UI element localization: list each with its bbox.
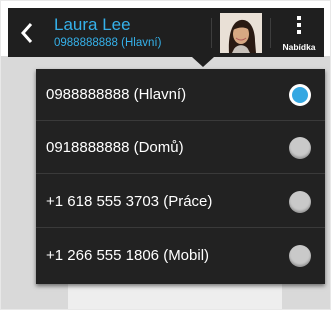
phone-option-label: 0988888888 (Hlavní) bbox=[46, 86, 187, 103]
phone-option[interactable]: 0918888888 (Domů) bbox=[36, 122, 325, 174]
phone-option-label: 0918888888 (Domů) bbox=[46, 139, 184, 156]
menu-button[interactable]: Nabídka bbox=[274, 10, 324, 57]
phone-option-label: +1 618 555 3703 (Práce) bbox=[46, 193, 213, 210]
contact-name: Laura Lee bbox=[54, 15, 131, 34]
phone-option[interactable]: +1 266 555 1806 (Mobil) bbox=[36, 230, 325, 282]
phone-option[interactable]: 0988888888 (Hlavní) bbox=[36, 69, 325, 121]
more-vert-icon bbox=[297, 16, 301, 37]
popup-pointer bbox=[192, 57, 214, 67]
divider bbox=[211, 18, 212, 48]
divider bbox=[36, 173, 325, 174]
phone-option-label: +1 266 555 1806 (Mobil) bbox=[46, 247, 210, 264]
divider bbox=[36, 227, 325, 228]
divider bbox=[36, 120, 325, 121]
menu-label: Nabídka bbox=[282, 42, 316, 52]
divider bbox=[270, 18, 271, 48]
chevron-left-icon bbox=[20, 22, 33, 43]
contact-number: 0988888888 (Hlavní) bbox=[54, 37, 162, 49]
top-action-bar: Laura Lee 0988888888 (Hlavní) Nabídka bbox=[8, 8, 324, 57]
radio-selected-icon[interactable] bbox=[289, 84, 311, 106]
radio-unselected-icon[interactable] bbox=[289, 191, 311, 213]
phone-number-popup: 0988888888 (Hlavní) 0918888888 (Domů) +1… bbox=[36, 69, 325, 284]
phone-option[interactable]: +1 618 555 3703 (Práce) bbox=[36, 176, 325, 228]
contact-selector[interactable]: Laura Lee 0988888888 (Hlavní) bbox=[54, 13, 246, 53]
radio-unselected-icon[interactable] bbox=[289, 245, 311, 267]
contact-photo[interactable] bbox=[220, 13, 262, 53]
back-button[interactable] bbox=[8, 8, 46, 57]
radio-unselected-icon[interactable] bbox=[289, 137, 311, 159]
